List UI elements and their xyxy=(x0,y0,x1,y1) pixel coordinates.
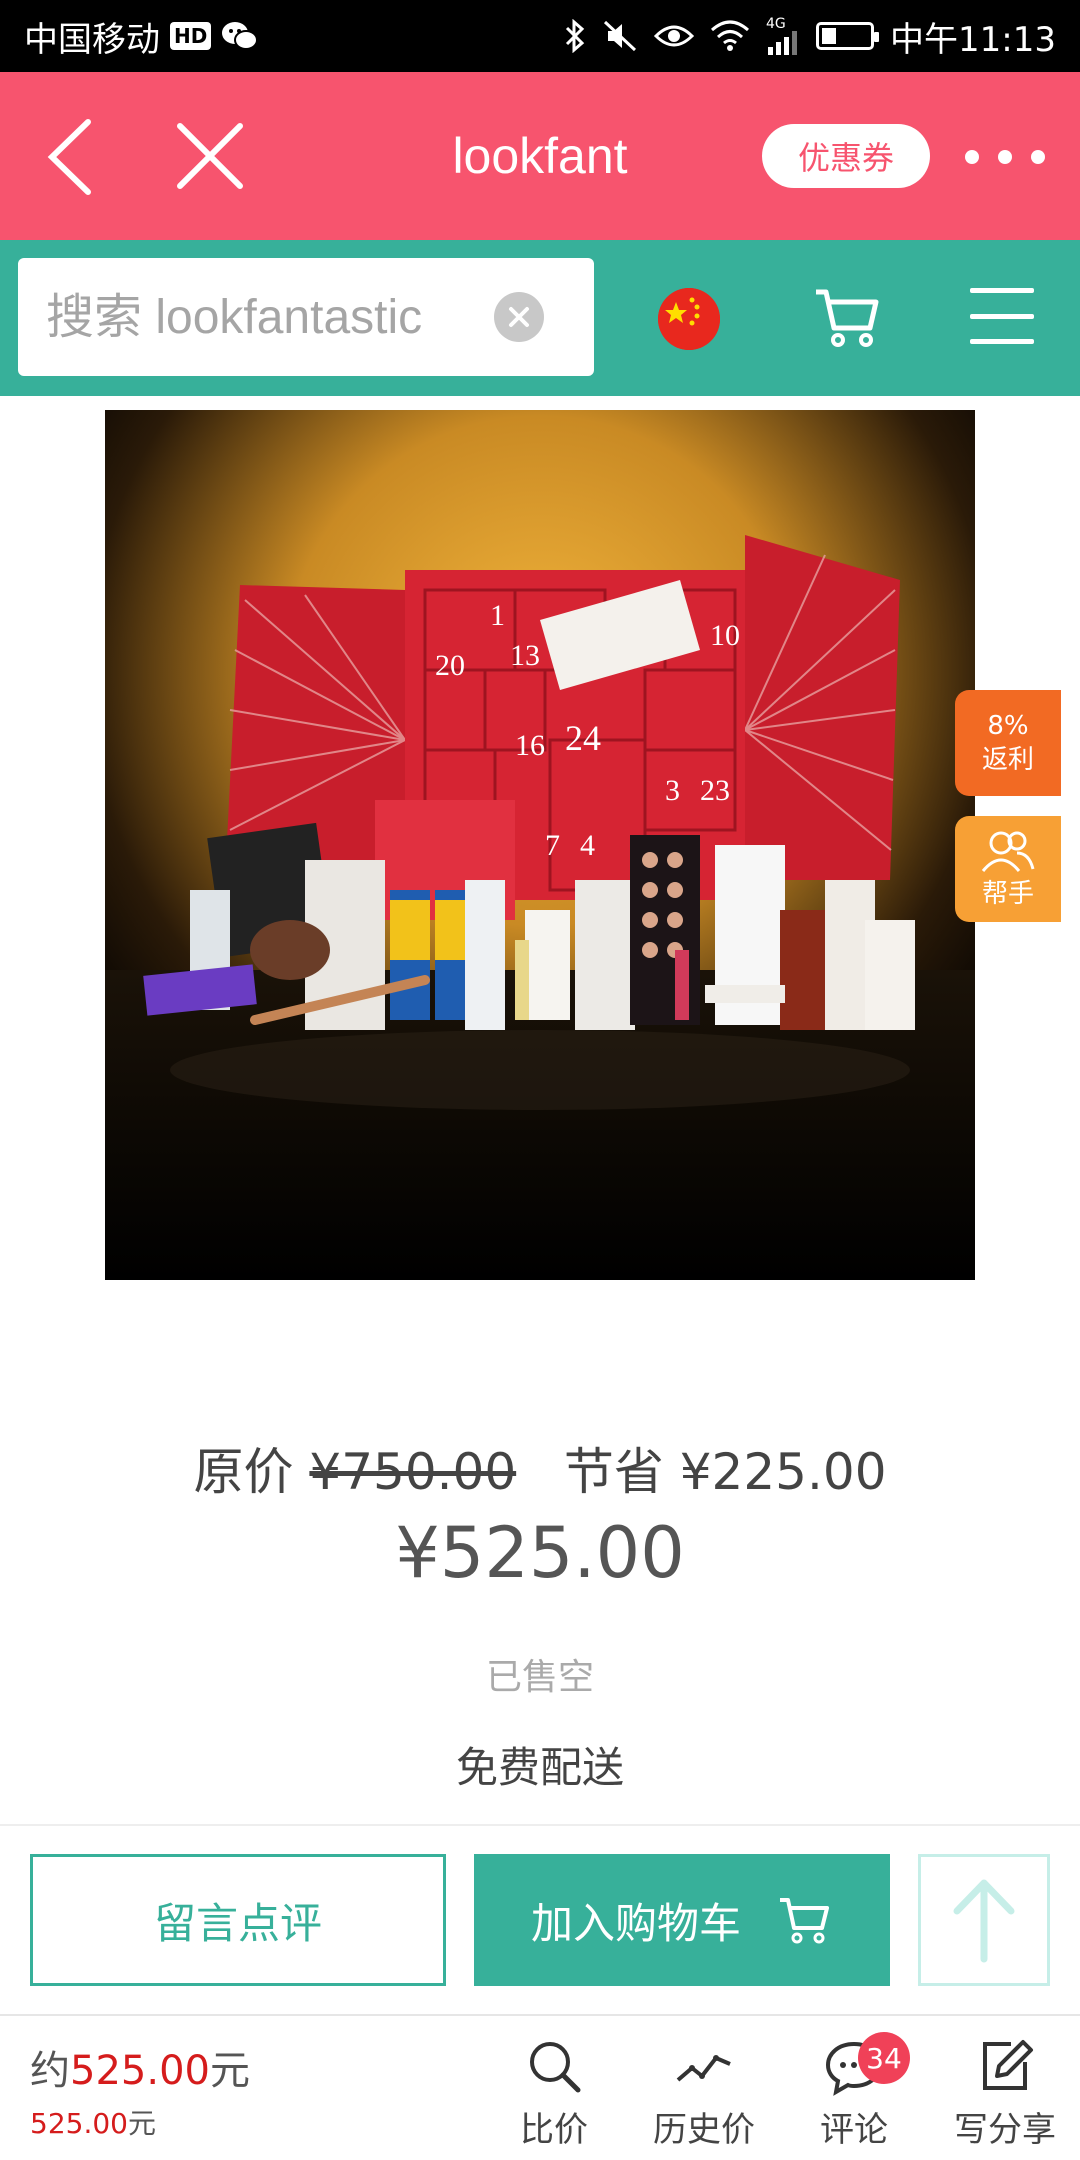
clear-search-button[interactable] xyxy=(494,292,544,342)
divider xyxy=(0,1824,1080,1826)
cart-icon xyxy=(780,1898,829,1944)
price-summary: 原价 ¥750.00 节省 ¥225.00 xyxy=(0,1432,1080,1504)
bottom-bar: 约525.00元 525.00元 比价 历史价 评论 34 写分享 xyxy=(0,2014,1080,2160)
save-amount: ¥225.00 xyxy=(679,1443,887,1501)
advent-calendar-illustration: 1 10 13 16 20 23 24 25 3 4 7 xyxy=(105,410,975,1280)
shipping-info: 免费配送 xyxy=(455,1743,624,1792)
save-label: 节省 xyxy=(563,1443,664,1501)
carrier-label: 中国移动 xyxy=(24,19,160,60)
status-left: 中国移动 HD xyxy=(24,12,259,61)
nav-label: 比价 xyxy=(520,2110,588,2150)
helper-label: 帮手 xyxy=(981,878,1034,909)
calendar-number: 20 xyxy=(435,649,465,682)
site-header xyxy=(0,240,1080,396)
battery-icon xyxy=(816,22,880,50)
status-bar: 中国移动 HD 4G 中午11:13 xyxy=(0,0,1080,72)
back-button[interactable] xyxy=(40,112,110,202)
calendar-number: 24 xyxy=(565,718,601,758)
calendar-number: 10 xyxy=(710,619,740,652)
approx-value: 525.00 xyxy=(70,2048,210,2094)
comment-count-badge: 34 xyxy=(858,2032,910,2084)
nav-comments[interactable]: 评论 34 xyxy=(784,2032,924,2156)
helper-button[interactable]: 帮手 xyxy=(955,816,1061,922)
header-cart-button[interactable] xyxy=(812,282,884,354)
china-flag-button[interactable] xyxy=(658,288,720,350)
nav-history[interactable]: 历史价 xyxy=(634,2036,774,2156)
approx-sub-unit: 元 xyxy=(127,2107,156,2140)
clock: 中午11:13 xyxy=(890,19,1056,60)
edit-icon xyxy=(983,2040,1033,2090)
trend-icon xyxy=(676,2055,731,2082)
current-price: ¥525.00 xyxy=(395,1512,685,1594)
add-to-cart-label: 加入购物车 xyxy=(530,1898,741,1948)
calendar-number: 16 xyxy=(515,729,545,762)
hamburger-icon xyxy=(970,288,1034,293)
signal-icon: 4G xyxy=(766,17,800,55)
close-icon xyxy=(177,123,243,189)
product-image[interactable]: 1 10 13 16 20 23 24 25 3 4 7 xyxy=(105,410,975,1280)
nav-label: 历史价 xyxy=(653,2110,755,2150)
calendar-number: 3 xyxy=(665,774,680,807)
users-icon xyxy=(981,831,1035,872)
rebate-button[interactable]: 8% 返利 xyxy=(955,690,1061,796)
wechat-icon xyxy=(221,20,259,52)
search-icon xyxy=(530,2042,581,2093)
calendar-number: 13 xyxy=(510,639,540,672)
stock-status: 已售空 xyxy=(485,1657,594,1698)
hd-badge: HD xyxy=(170,22,212,50)
approx-sub-value: 525.00 xyxy=(30,2107,128,2140)
calendar-number: 7 xyxy=(545,829,560,862)
arrow-up-icon xyxy=(953,1879,1015,1963)
china-flag-icon xyxy=(658,288,720,350)
title-bar: lookfant 优惠券 xyxy=(0,72,1080,240)
approx-prefix: 约 xyxy=(30,2048,70,2094)
approx-price: 约525.00元 xyxy=(30,2038,250,2096)
nav-label: 评论 xyxy=(820,2110,888,2150)
eye-icon xyxy=(654,22,695,50)
calendar-number: 4 xyxy=(580,829,595,862)
clear-icon xyxy=(509,307,529,327)
write-review-button[interactable]: 留言点评 xyxy=(30,1854,446,1986)
cart-icon xyxy=(816,289,879,347)
approx-unit: 元 xyxy=(209,2048,250,2094)
status-right: 4G 中午11:13 xyxy=(564,12,1056,61)
search-box xyxy=(18,258,594,376)
wifi-icon xyxy=(710,20,750,52)
rebate-percent: 8% xyxy=(987,711,1029,741)
network-label: 4G xyxy=(766,16,786,32)
calendar-number: 1 xyxy=(490,599,505,632)
nav-label: 写分享 xyxy=(954,2110,1056,2150)
bluetooth-icon xyxy=(564,19,586,53)
rebate-label: 返利 xyxy=(981,745,1034,775)
original-price: ¥750.00 xyxy=(309,1443,517,1501)
close-button[interactable] xyxy=(170,116,250,196)
calendar-number: 23 xyxy=(700,774,730,807)
chevron-left-icon xyxy=(47,119,91,195)
mute-icon xyxy=(602,19,638,53)
coupon-button[interactable]: 优惠券 xyxy=(762,124,930,188)
nav-compare[interactable]: 比价 xyxy=(484,2036,624,2156)
scroll-to-top-button[interactable] xyxy=(918,1854,1050,1986)
search-input[interactable] xyxy=(46,258,486,376)
original-price-label: 原价 xyxy=(193,1443,294,1501)
more-dots-icon xyxy=(965,150,979,164)
more-menu-button[interactable] xyxy=(965,132,1045,182)
approx-sub-price: 525.00元 xyxy=(30,2102,156,2142)
hamburger-menu-button[interactable] xyxy=(970,288,1034,344)
add-to-cart-button[interactable]: 加入购物车 xyxy=(474,1854,890,1986)
nav-share[interactable]: 写分享 xyxy=(935,2036,1075,2156)
